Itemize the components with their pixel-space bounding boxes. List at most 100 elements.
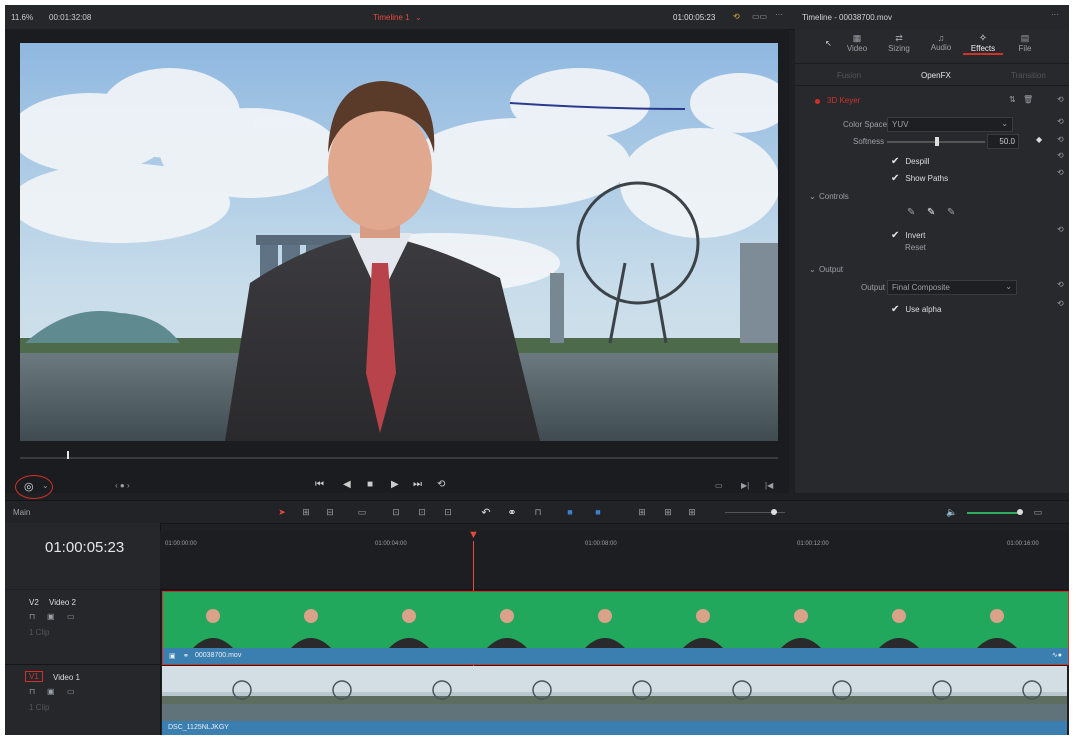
pick-icon[interactable]: ✎ (907, 207, 915, 218)
reset-effect-icon[interactable]: ⟲ (1057, 95, 1064, 104)
track-id: V2 (29, 598, 39, 607)
tab-effects[interactable]: ✧ Effects (963, 33, 1003, 55)
reset-icon[interactable]: ⟲ (1057, 151, 1064, 160)
reset-icon[interactable]: ⟲ (1057, 280, 1064, 289)
chevron-down-icon[interactable]: ⌄ (809, 265, 816, 274)
zoom-custom-icon[interactable]: ⊞ (685, 505, 699, 519)
clip-v2[interactable]: ▣ ⚭ 00038700.mov ∿● (162, 591, 1069, 665)
track-monitor-icon[interactable]: ▭ (67, 612, 75, 621)
effect-enable-toggle[interactable] (815, 99, 820, 104)
viewer-mode-icon[interactable]: ◎ (24, 480, 34, 493)
track-name[interactable]: Video 1 (53, 673, 80, 682)
scrubber-playhead[interactable] (67, 451, 69, 459)
link-icon[interactable]: ⚭ (505, 505, 519, 519)
stop-icon[interactable]: ■ (367, 479, 373, 490)
clip-v2-label-bar: ▣ ⚭ 00038700.mov ∿● (163, 648, 1068, 664)
subtab-openfx[interactable]: OpenFX (921, 71, 951, 80)
play-icon[interactable]: ▶ (391, 479, 399, 490)
reorder-icon[interactable]: ⇅ (1009, 95, 1016, 104)
inspector-options-icon[interactable]: ··· (1051, 10, 1059, 19)
play-reverse-icon[interactable]: ◀ (343, 479, 351, 490)
volume-slider[interactable] (967, 512, 1019, 514)
last-frame-icon[interactable]: ⏭ (413, 479, 422, 490)
overwrite-clip-icon[interactable]: ⊡ (415, 505, 429, 519)
prev-edit-icon[interactable]: ▶| (741, 481, 749, 490)
zoom-detail-icon[interactable]: ⊞ (661, 505, 675, 519)
zoom-full-icon[interactable]: ⊞ (635, 505, 649, 519)
despill-checkbox[interactable]: ✔ Despill (891, 151, 929, 169)
pick-subtract-icon[interactable]: ✎ (947, 207, 955, 218)
controls-section[interactable]: Controls (819, 192, 849, 201)
current-timecode: 01:00:05:23 (673, 13, 716, 22)
output-dropdown[interactable]: Final Composite ⌄ (887, 280, 1017, 295)
viewer-scrubber[interactable] (20, 457, 778, 459)
loop-icon[interactable]: ⟲ (437, 479, 445, 490)
bypass-icon[interactable]: ⟲ (733, 12, 740, 21)
chevron-down-icon: ⌄ (1005, 282, 1012, 291)
tab-video[interactable]: ▦ Video (839, 33, 875, 53)
subtab-transition[interactable]: Transition (1011, 71, 1046, 80)
zoom-level[interactable]: 11.6% (11, 13, 33, 22)
track-header-v1[interactable]: V1 Video 1 ⊓ ▣ ▭ 1 Clip (5, 665, 161, 735)
pick-add-icon[interactable]: ✎ (927, 207, 935, 218)
more-options-icon[interactable]: ··· (775, 10, 783, 19)
track-header-v2[interactable]: V2 Video 2 ⊓ ▣ ▭ 1 Clip (5, 590, 161, 665)
speaker-icon[interactable]: 🔈 (945, 505, 959, 519)
tab-audio[interactable]: ♫ Audio (923, 33, 959, 52)
color-space-dropdown[interactable]: YUV ⌄ (887, 117, 1013, 132)
lock-icon[interactable]: ⊓ (29, 612, 35, 621)
blade-tool-icon[interactable]: ▭ (355, 505, 369, 519)
reset-icon[interactable]: ⟲ (1057, 299, 1064, 308)
viewer-frame[interactable] (20, 43, 778, 441)
timeline-ruler[interactable] (160, 531, 1069, 590)
subtab-fusion[interactable]: Fusion (837, 71, 861, 80)
chevron-down-icon[interactable]: ⌄ (415, 13, 422, 22)
timeline-name[interactable]: Timeline 1 (373, 13, 410, 22)
reset-button[interactable]: Reset (905, 243, 926, 252)
first-frame-icon[interactable]: ⏮ (315, 479, 324, 490)
clip-name: 00038700.mov (195, 652, 242, 659)
chevron-down-icon[interactable]: ⌄ (809, 192, 816, 201)
use-alpha-checkbox[interactable]: ✔ Use alpha (891, 299, 941, 317)
softness-input[interactable]: 50.0 (987, 134, 1019, 149)
lock-icon[interactable]: ⊓ (531, 505, 545, 519)
magic-wand-icon: ✧ (978, 33, 988, 44)
snapping-icon[interactable]: ↶ (479, 505, 493, 519)
volume-slider-handle[interactable] (1017, 509, 1023, 515)
jog-wheel-icon[interactable]: ‹ ● › (115, 481, 130, 490)
insert-clip-icon[interactable]: ⊡ (389, 505, 403, 519)
show-paths-checkbox[interactable]: ✔ Show Paths (891, 168, 948, 186)
softness-slider-handle[interactable] (935, 137, 939, 146)
reset-icon[interactable]: ⟲ (1057, 168, 1064, 177)
clip-count: 1 Clip (29, 628, 50, 637)
chevron-down-icon[interactable]: ⌄ (42, 481, 49, 490)
zoom-slider-handle[interactable] (771, 509, 777, 515)
playhead-marker[interactable]: ▼ (468, 529, 479, 541)
dynamic-trim-icon[interactable]: ⊟ (323, 505, 337, 519)
marker-icon[interactable]: ■ (591, 505, 605, 519)
tab-file[interactable]: ▤ File (1007, 33, 1043, 53)
clip-count: 1 Clip (29, 703, 50, 712)
match-frame-icon[interactable]: ▭ (715, 481, 723, 490)
delete-icon[interactable]: 🗑 (1023, 95, 1033, 104)
clip-v1[interactable]: DSC_1125NLJKGY (162, 666, 1067, 735)
audio-meter-icon[interactable]: ▭ (1031, 505, 1045, 519)
tab-sizing[interactable]: ⇄ Sizing (881, 33, 917, 53)
lock-icon[interactable]: ⊓ (29, 687, 35, 696)
output-section[interactable]: Output (819, 265, 843, 274)
invert-checkbox[interactable]: ✔ Invert (891, 225, 925, 243)
replace-clip-icon[interactable]: ⊡ (441, 505, 455, 519)
next-edit-icon[interactable]: |◀ (765, 481, 773, 490)
auto-select-icon[interactable]: ▣ (47, 687, 55, 696)
layout-icon[interactable]: ▭▭ (752, 12, 767, 21)
track-name[interactable]: Video 2 (49, 598, 76, 607)
keyframe-icon[interactable]: ◆ (1036, 135, 1042, 144)
reset-icon[interactable]: ⟲ (1057, 117, 1064, 126)
auto-select-icon[interactable]: ▣ (47, 612, 55, 621)
selection-tool-icon[interactable]: ➤ (275, 505, 289, 519)
track-monitor-icon[interactable]: ▭ (67, 687, 75, 696)
flag-icon[interactable]: ■ (563, 505, 577, 519)
reset-icon[interactable]: ⟲ (1057, 135, 1064, 144)
reset-icon[interactable]: ⟲ (1057, 225, 1064, 234)
trim-tool-icon[interactable]: ⊞ (299, 505, 313, 519)
